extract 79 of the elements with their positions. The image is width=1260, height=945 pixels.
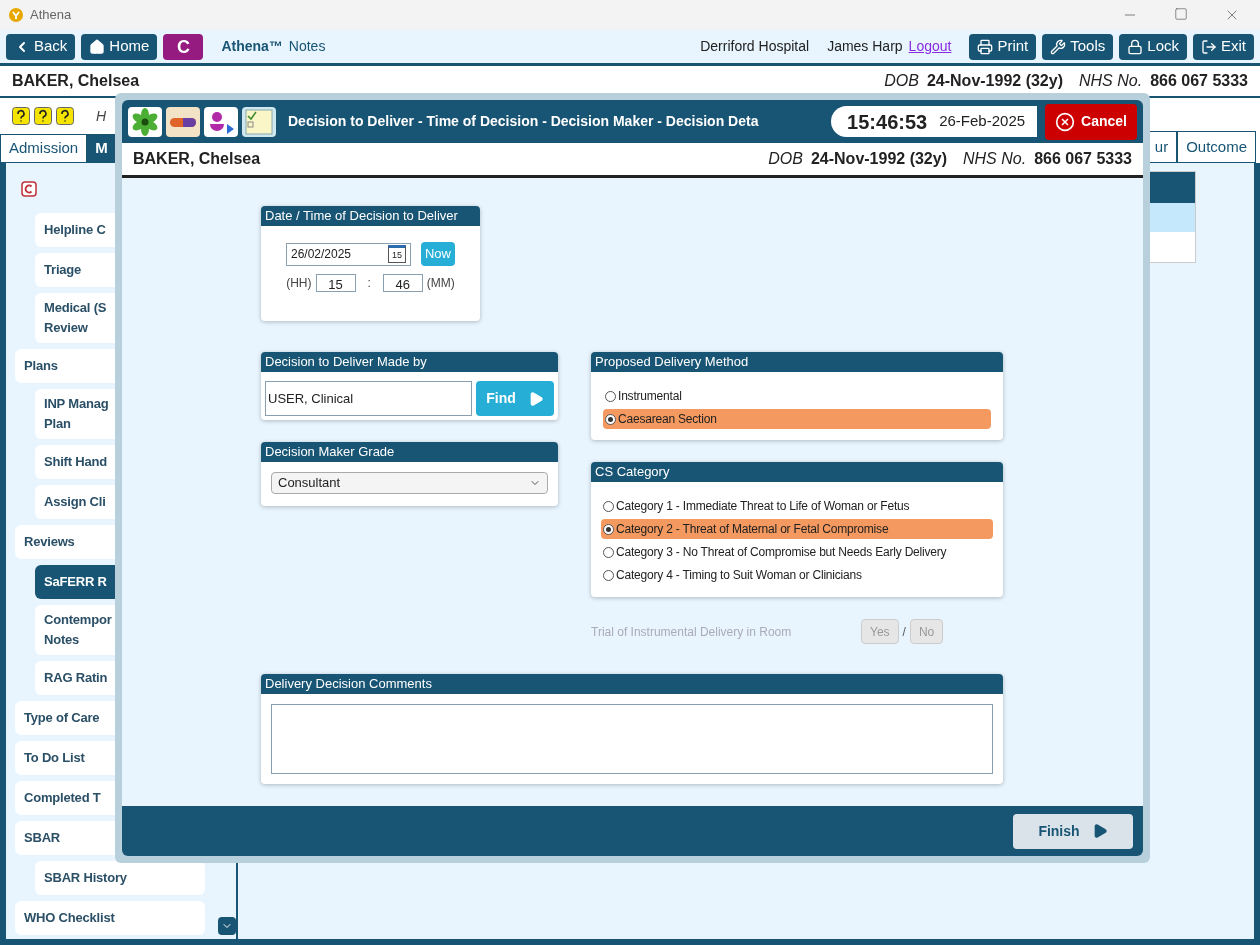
clinician-field[interactable]: USER, Clinical xyxy=(265,381,472,416)
tab[interactable]: Admission xyxy=(0,134,88,163)
printer-icon xyxy=(977,38,994,55)
patient-name: BAKER, Chelsea xyxy=(12,71,140,91)
radio-option[interactable]: Category 4 - Timing to Suit Woman or Clinicians xyxy=(601,565,993,585)
clock-time: 15:46:53 xyxy=(847,109,928,135)
nhs-value: 866 067 5333 xyxy=(1150,71,1248,91)
nhs-label: NHS No. xyxy=(963,149,1027,169)
comments-field[interactable] xyxy=(271,704,993,774)
tab[interactable]: M xyxy=(87,134,116,163)
date-field[interactable]: 26/02/2025 15 xyxy=(286,242,411,266)
nhs-value: 866 067 5333 xyxy=(1034,149,1132,169)
scroll-down-button[interactable] xyxy=(218,917,236,935)
radio-option[interactable]: Caesarean Section xyxy=(603,409,991,429)
hint-text: H xyxy=(96,106,107,126)
radio-icon xyxy=(605,413,616,425)
radio-icon xyxy=(603,523,614,535)
clock-date: 26-Feb-2025 xyxy=(939,111,1026,132)
dob-label: DOB xyxy=(884,71,919,91)
hours-label: (HH) xyxy=(286,275,312,292)
home-icon xyxy=(89,38,106,55)
minutes-label: (MM) xyxy=(426,275,455,292)
dialog-title: Decision to Deliver - Time of Decision - Decision Maker - Decision Deta xyxy=(288,112,759,131)
app-subtitle: Notes xyxy=(288,37,326,56)
lock-button[interactable]: Lock xyxy=(1119,33,1187,60)
hospital-name: Derriford Hospital xyxy=(700,37,810,56)
app-name: Athena™ xyxy=(221,37,283,56)
cancel-button[interactable]: Cancel xyxy=(1045,103,1137,140)
patient-name: BAKER, Chelsea xyxy=(133,149,261,169)
section-header: Delivery Decision Comments xyxy=(261,674,1003,694)
radio-icon xyxy=(603,546,614,558)
home-button[interactable]: Home xyxy=(81,33,158,60)
user-name: James Harp xyxy=(827,37,903,56)
tools-button[interactable]: Tools xyxy=(1042,33,1114,60)
back-button[interactable]: Back xyxy=(6,33,76,60)
section-header: CS Category xyxy=(591,462,1003,482)
section-header: Decision to Deliver Made by xyxy=(261,352,558,372)
notepad-icon[interactable] xyxy=(242,106,276,137)
radio-option[interactable]: Instrumental xyxy=(603,386,991,406)
finish-button[interactable]: Finish xyxy=(1013,813,1133,849)
time-separator: : xyxy=(367,275,371,292)
print-button[interactable]: Print xyxy=(969,33,1037,60)
sidebar-item[interactable]: SBAR History xyxy=(35,861,205,895)
option-separator: / xyxy=(902,623,906,641)
capsule-icon[interactable] xyxy=(166,106,200,137)
grade-dropdown[interactable]: Consultant xyxy=(271,472,548,494)
hours-field[interactable]: 15 xyxy=(315,274,356,292)
calendar-icon[interactable]: 15 xyxy=(388,245,406,263)
app-logo-icon xyxy=(8,7,24,23)
radio-icon xyxy=(603,569,614,581)
sidebar-item[interactable]: WHO Checklist xyxy=(15,901,205,935)
trial-label: Trial of Instrumental Delivery in Room xyxy=(591,623,793,641)
tab[interactable]: Outcome xyxy=(1177,131,1256,163)
help-icon[interactable] xyxy=(56,107,74,125)
window-title: Athena xyxy=(30,6,72,25)
exit-button[interactable]: Exit xyxy=(1193,33,1254,60)
dob-value: 24-Nov-1992 (32y) xyxy=(810,149,947,169)
help-icon[interactable] xyxy=(12,107,30,125)
close-icon xyxy=(1055,111,1076,132)
help-icon[interactable] xyxy=(34,107,52,125)
lock-icon xyxy=(1127,38,1144,55)
section-header: Date / Time of Decision to Deliver xyxy=(261,206,480,226)
patient-badge-button[interactable]: C xyxy=(163,33,204,60)
minutes-field[interactable]: 46 xyxy=(382,274,423,292)
c-logo-icon xyxy=(21,181,37,197)
dob-label: DOB xyxy=(768,149,803,169)
flower-icon[interactable] xyxy=(128,106,162,137)
section-header: Decision Maker Grade xyxy=(261,442,558,462)
radio-option[interactable]: Category 2 - Threat of Maternal or Fetal Compromise xyxy=(601,519,993,539)
radio-icon xyxy=(603,500,614,512)
tools-icon xyxy=(1050,38,1067,55)
section-header: Proposed Delivery Method xyxy=(591,352,1003,372)
exit-icon xyxy=(1201,38,1217,55)
nhs-label: NHS No. xyxy=(1079,71,1143,91)
radio-option[interactable]: Category 1 - Immediate Threat to Life of Woman or Fetus xyxy=(601,496,993,516)
dob-value: 24-Nov-1992 (32y) xyxy=(926,71,1063,91)
radio-option[interactable]: Category 3 - No Threat of Compromise but Needs Early Delivery xyxy=(601,542,993,562)
logout-link[interactable]: Logout xyxy=(908,36,952,57)
radio-icon xyxy=(605,390,616,402)
